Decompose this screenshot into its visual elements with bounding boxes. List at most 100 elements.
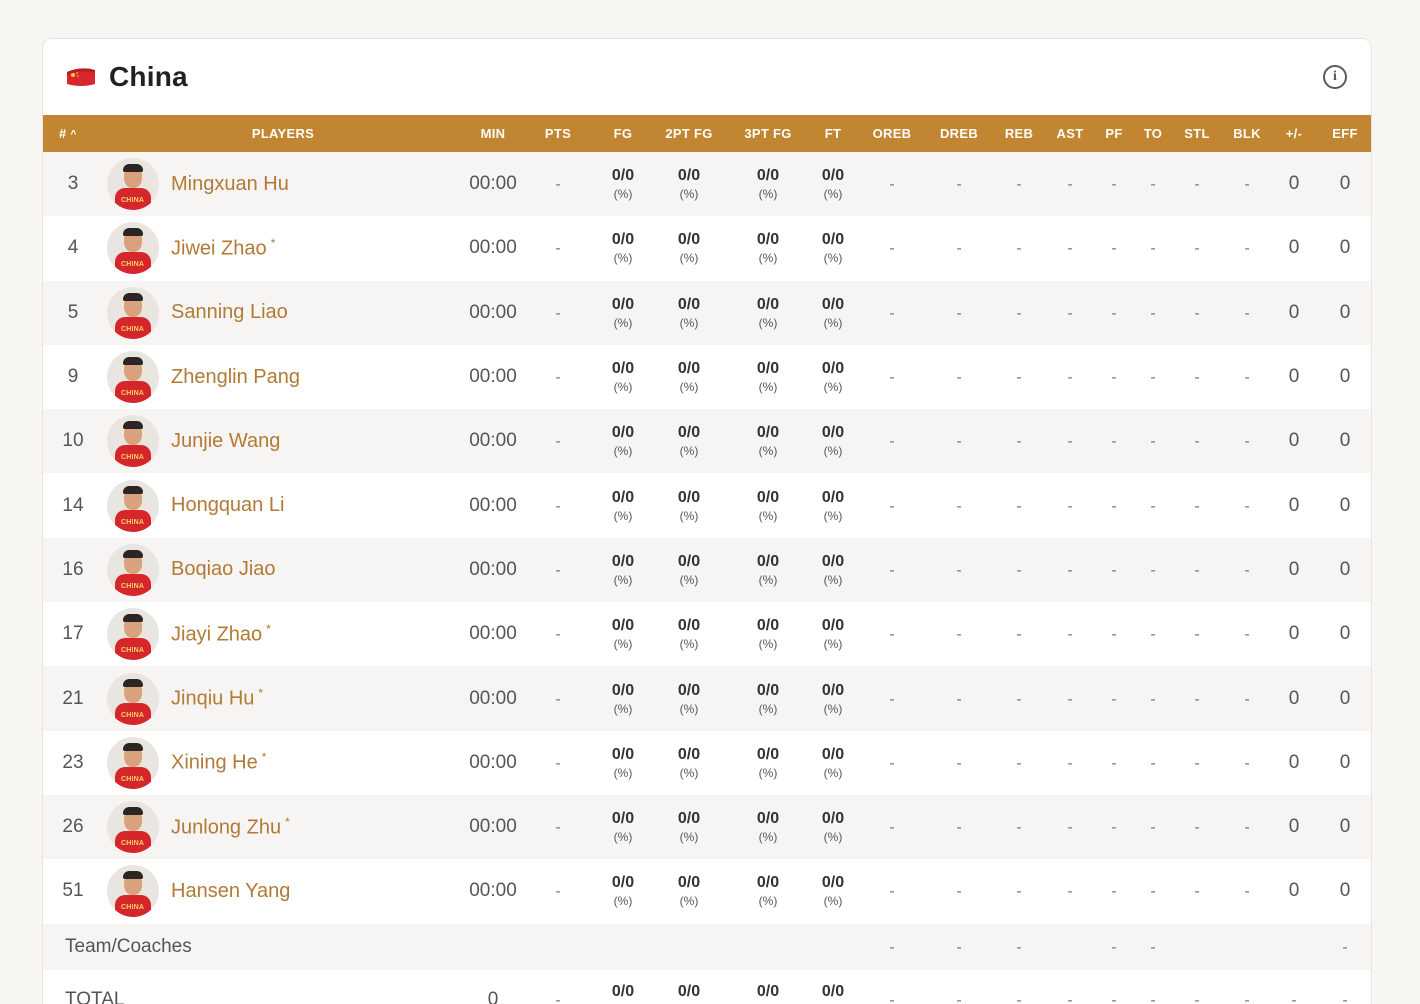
stat-blk: - [1244,690,1250,708]
jersey-text: CHINA [121,325,145,333]
col-header-stl[interactable]: STL [1169,115,1225,152]
player-avatar[interactable]: CHINA [107,479,159,532]
shot-made: 0/0 [611,231,635,249]
starter-mark: * [266,621,271,636]
jersey-text: CHINA [121,518,145,526]
player-avatar[interactable]: CHINA [107,672,159,725]
player-avatar[interactable]: CHINA [107,608,159,661]
col-header-blk[interactable]: BLK [1225,115,1269,152]
stat-eff: 0 [1339,494,1351,516]
hair-shape [123,485,143,494]
shot-pct: (%) [823,701,843,716]
stat-value: - [1111,991,1117,1004]
hair-shape [123,292,143,301]
player-avatar[interactable]: CHINA [107,286,159,339]
shot-pct: (%) [679,187,699,202]
player-name-link[interactable]: Jiwei Zhao * [171,236,275,261]
player-avatar[interactable]: CHINA [107,543,159,596]
starter-mark: * [285,814,290,829]
stat-blk: - [1244,497,1250,515]
player-name-link[interactable]: Boqiao Jiao [171,558,276,581]
stat-to: - [1150,819,1156,837]
shot-made: 0/0 [821,810,845,828]
shot-made: 0/0 [611,360,635,378]
stat-eff: 0 [1339,558,1351,580]
player-avatar[interactable]: CHINA [107,415,159,468]
stat-value: - [1342,991,1348,1004]
stat-blk: - [1244,561,1250,579]
stat-plus-minus: 0 [1288,494,1300,516]
col-header-plus-minus[interactable]: +/- [1269,115,1319,152]
shot-made: 0/0 [821,552,845,570]
col-header-pts[interactable]: PTS [523,115,593,152]
stat-ast: - [1067,176,1073,194]
col-header-2pt-fg[interactable]: 2PT FG [653,115,725,152]
hair-shape [123,549,143,558]
player-number: 14 [62,494,84,516]
col-header-ft[interactable]: FT [811,115,855,152]
stat-reb: - [1016,626,1022,644]
col-header-players[interactable]: PLAYERS [103,115,463,152]
player-name-link[interactable]: Zhenglin Pang [171,366,300,389]
starter-mark: * [270,236,276,251]
player-avatar[interactable]: CHINA [107,222,159,275]
col-header-to[interactable]: TO [1137,115,1169,152]
stat-eff: 0 [1339,173,1351,195]
shot-made: 0/0 [677,295,701,313]
player-avatar[interactable]: CHINA [107,351,159,404]
shot-pct: (%) [823,380,843,395]
shot-pct: (%) [823,637,843,652]
player-name-link[interactable]: Xining He * [171,750,266,775]
stat-fg: 0/0 (%) [593,811,653,844]
stat-pf: - [1111,690,1117,708]
table-row: 23 CHINA Xining He * 00:00 - 0/0 (%) 0/0 (%… [43,730,1371,795]
col-header-dreb[interactable]: DREB [929,115,989,152]
hair-shape [123,421,143,430]
player-name-link[interactable]: Mingxuan Hu [171,173,289,196]
stat-ft: 0/0 (%) [811,552,855,586]
stat-reb: - [1016,433,1022,451]
col-header-fg[interactable]: FG [593,115,653,152]
stat-pts: - [555,304,561,322]
shot-pct: (%) [613,637,633,652]
jersey-text: CHINA [121,582,145,590]
col-header-eff[interactable]: EFF [1319,115,1371,152]
col-header-ast[interactable]: AST [1049,115,1091,152]
stat-reb: - [1016,561,1022,579]
player-name-link[interactable]: Junlong Zhu * [171,815,290,840]
player-cell: CHINA Jiwei Zhao * [103,222,463,275]
stat-2pt-fg: 0/0 (%) [653,618,725,651]
china-flag-icon [65,66,97,88]
stat-eff: 0 [1339,880,1351,902]
stat-to: - [1150,561,1156,579]
player-name-link[interactable]: Jiayi Zhao * [171,622,271,647]
player-name-link[interactable]: Hongquan Li [171,494,284,517]
shot-pct: (%) [823,187,843,202]
player-avatar[interactable]: CHINA [107,158,159,211]
col-header-3pt-fg[interactable]: 3PT FG [725,115,811,152]
player-avatar[interactable]: CHINA [107,865,159,918]
total-fg: 0/0(%) [593,983,653,1004]
player-name-link[interactable]: Junjie Wang [171,430,280,453]
stat-ft: 0/0 (%) [811,489,855,522]
stat-to: - [1150,883,1156,901]
col-header-num[interactable]: # ^ [43,115,103,152]
player-name-link[interactable]: Jinqiu Hu * [171,686,263,711]
stat-pf: - [1111,433,1117,451]
col-header-pf[interactable]: PF [1091,115,1137,152]
shot-made: 0/0 [677,552,701,570]
col-header-reb[interactable]: REB [989,115,1049,152]
stat-ft: 0/0 (%) [811,168,855,202]
team-title: China [109,61,188,92]
shot-made: 0/0 [821,424,845,442]
player-avatar[interactable]: CHINA [107,736,159,789]
player-avatar[interactable]: CHINA [107,801,159,854]
player-number: 16 [62,558,84,580]
info-icon[interactable]: i [1323,65,1347,89]
stat-plus-minus: 0 [1288,301,1300,323]
player-name-link[interactable]: Hansen Yang [171,880,290,903]
col-header-min[interactable]: MIN [463,115,523,152]
col-header-oreb[interactable]: OREB [855,115,929,152]
player-name-link[interactable]: Sanning Liao [171,301,288,324]
shot-made: 0/0 [677,424,701,442]
